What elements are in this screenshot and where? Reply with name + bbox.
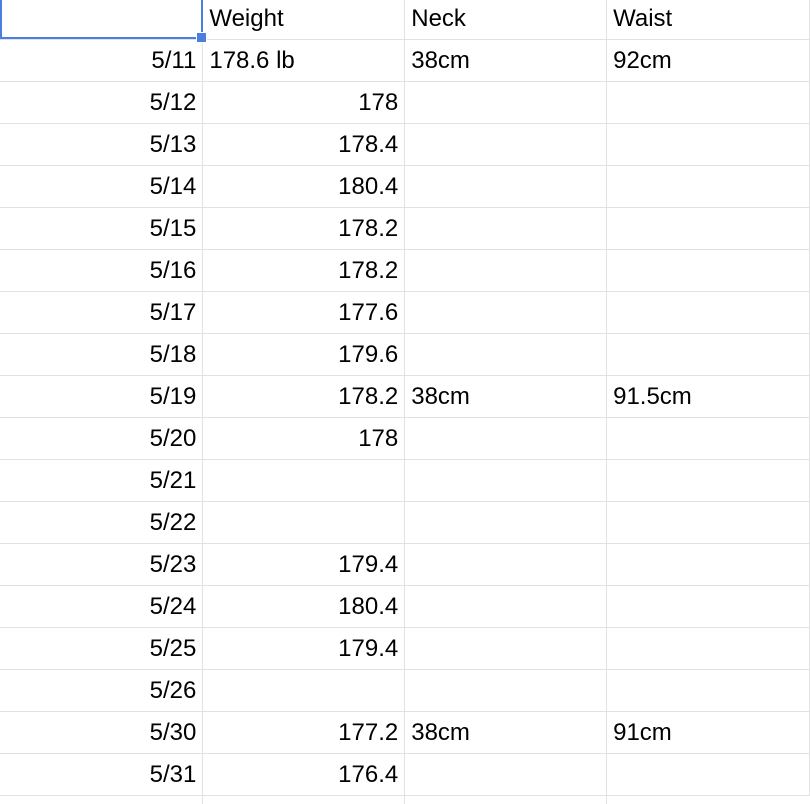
table-row: 5/23 179.4 xyxy=(0,543,810,586)
table-row: 5/17 177.6 xyxy=(0,291,810,334)
cell-neck[interactable] xyxy=(404,627,608,670)
cell-neck[interactable]: 38cm xyxy=(404,375,608,418)
cell-neck[interactable] xyxy=(404,249,608,292)
table-row: 5/13 178.4 xyxy=(0,123,810,166)
cell-weight[interactable]: 179.4 xyxy=(202,543,406,586)
table-row: 5/16 178.2 xyxy=(0,249,810,292)
cell-waist[interactable]: 91cm xyxy=(606,711,810,754)
cell-neck[interactable] xyxy=(404,753,608,796)
cell-neck[interactable] xyxy=(404,585,608,628)
cell-header-weight[interactable]: Weight xyxy=(202,0,406,40)
cell-weight[interactable]: 178.2 xyxy=(202,249,406,292)
cell-waist[interactable]: 91.5cm xyxy=(606,375,810,418)
cell-weight[interactable]: 180.4 xyxy=(202,165,406,208)
cell-date[interactable]: 5/13 xyxy=(0,123,204,166)
cell-date[interactable]: 5/11 xyxy=(0,39,204,82)
cell-date[interactable]: 5/21 xyxy=(0,459,204,502)
table-row: 5/30 177.2 38cm 91cm xyxy=(0,711,810,754)
cell-neck[interactable] xyxy=(404,207,608,250)
cell-weight[interactable]: 177.2 xyxy=(202,711,406,754)
cell-weight[interactable] xyxy=(202,669,406,712)
cell-date[interactable]: 5/17 xyxy=(0,291,204,334)
cell-weight[interactable]: 178.2 xyxy=(202,375,406,418)
cell-header-neck[interactable]: Neck xyxy=(404,0,608,40)
cell-date[interactable]: 5/30 xyxy=(0,711,204,754)
cell-neck[interactable] xyxy=(404,291,608,334)
cell-waist[interactable] xyxy=(606,543,810,586)
cell-waist[interactable] xyxy=(606,501,810,544)
cell-weight[interactable]: 177.6 xyxy=(202,291,406,334)
cell-date[interactable]: 5/12 xyxy=(0,81,204,124)
cell-date[interactable]: 5/25 xyxy=(0,627,204,670)
cell-header-waist[interactable]: Waist xyxy=(606,0,810,40)
cell-weight[interactable]: 176.4 xyxy=(202,753,406,796)
cell-weight[interactable]: 178.2 xyxy=(202,207,406,250)
cell-waist[interactable] xyxy=(606,627,810,670)
table-row: 5/31 176.4 xyxy=(0,753,810,796)
cell-waist[interactable] xyxy=(606,123,810,166)
cell-waist[interactable] xyxy=(606,249,810,292)
cell-date[interactable]: 5/22 xyxy=(0,501,204,544)
cell-date[interactable]: 5/15 xyxy=(0,207,204,250)
cell-waist[interactable] xyxy=(606,207,810,250)
table-row: 5/18 179.6 xyxy=(0,333,810,376)
table-row: 5/22 xyxy=(0,501,810,544)
cell-waist[interactable] xyxy=(606,585,810,628)
table-row: 5/15 178.2 xyxy=(0,207,810,250)
table-row: 5/21 xyxy=(0,459,810,502)
cell-neck[interactable] xyxy=(404,543,608,586)
cell-weight[interactable]: 178.4 xyxy=(202,123,406,166)
cell-weight[interactable] xyxy=(202,459,406,502)
cell-date[interactable]: 5/19 xyxy=(0,375,204,418)
cell-waist[interactable]: 92cm xyxy=(606,39,810,82)
cell-weight[interactable] xyxy=(202,501,406,544)
spreadsheet-grid: Weight Neck Waist 5/11 178.6 lb 38cm 92cm 5/… xyxy=(0,0,810,796)
cell-neck[interactable] xyxy=(404,81,608,124)
cell-neck[interactable] xyxy=(404,459,608,502)
cell-neck[interactable] xyxy=(404,669,608,712)
table-row: 5/24 180.4 xyxy=(0,585,810,628)
cell-date[interactable]: 5/20 xyxy=(0,417,204,460)
cell-neck[interactable] xyxy=(404,417,608,460)
cell-neck[interactable]: 38cm xyxy=(404,711,608,754)
cell-waist[interactable] xyxy=(606,81,810,124)
table-row: 5/19 178.2 38cm 91.5cm xyxy=(0,375,810,418)
cell-weight[interactable]: 180.4 xyxy=(202,585,406,628)
cell-neck[interactable] xyxy=(404,501,608,544)
cell-date[interactable]: 5/23 xyxy=(0,543,204,586)
cell-date[interactable]: 5/24 xyxy=(0,585,204,628)
cell-date[interactable]: 5/31 xyxy=(0,753,204,796)
cell-waist[interactable] xyxy=(606,291,810,334)
cell-neck[interactable]: 38cm xyxy=(404,39,608,82)
cell-weight[interactable]: 179.6 xyxy=(202,333,406,376)
cell-waist[interactable] xyxy=(606,459,810,502)
fill-handle[interactable] xyxy=(196,32,207,43)
cell-weight[interactable]: 178 xyxy=(202,417,406,460)
table-row: 5/14 180.4 xyxy=(0,165,810,208)
cell-neck[interactable] xyxy=(404,165,608,208)
cell-waist[interactable] xyxy=(606,417,810,460)
cell-waist[interactable] xyxy=(606,753,810,796)
table-row: 5/26 xyxy=(0,669,810,712)
cell-waist[interactable] xyxy=(606,333,810,376)
grid-body: Weight Neck Waist 5/11 178.6 lb 38cm 92cm 5/… xyxy=(0,0,810,796)
table-row: 5/25 179.4 xyxy=(0,627,810,670)
cell-date[interactable]: 5/16 xyxy=(0,249,204,292)
cell-neck[interactable] xyxy=(404,123,608,166)
cell-weight[interactable]: 179.4 xyxy=(202,627,406,670)
cell-weight[interactable]: 178 xyxy=(202,81,406,124)
cell-date[interactable]: 5/18 xyxy=(0,333,204,376)
cell-neck[interactable] xyxy=(404,333,608,376)
table-row: 5/12 178 xyxy=(0,81,810,124)
cell-date[interactable]: 5/14 xyxy=(0,165,204,208)
table-row: 5/20 178 xyxy=(0,417,810,460)
cell-waist[interactable] xyxy=(606,669,810,712)
cell-weight[interactable]: 178.6 lb xyxy=(202,39,406,82)
cell-date[interactable]: 5/26 xyxy=(0,669,204,712)
selected-cell-border xyxy=(2,0,203,39)
cell-waist[interactable] xyxy=(606,165,810,208)
partial-next-row xyxy=(0,795,810,804)
table-row: 5/11 178.6 lb 38cm 92cm xyxy=(0,39,810,82)
